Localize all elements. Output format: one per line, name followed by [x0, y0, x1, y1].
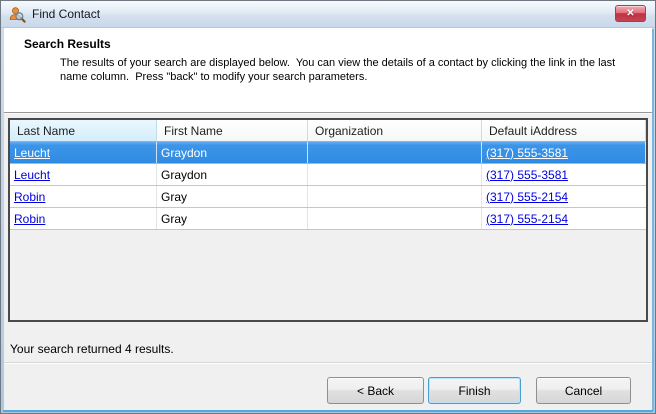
iaddress-link[interactable]: (317) 555-2154 — [486, 212, 568, 226]
page-description: The results of your search are displayed… — [60, 56, 635, 84]
contact-search-icon — [9, 6, 26, 23]
table-row[interactable]: Leucht Graydon (317) 555-3581 — [10, 164, 646, 186]
last-name-cell: Leucht — [10, 164, 157, 185]
last-name-cell: Robin — [10, 186, 157, 207]
dialog-body: Search Results The results of your searc… — [4, 28, 652, 410]
cancel-button[interactable]: Cancel — [536, 377, 631, 404]
button-row: < Back Finish Cancel — [4, 363, 652, 410]
find-contact-dialog: Find Contact ✕ Search Results The result… — [0, 0, 656, 414]
last-name-link[interactable]: Robin — [14, 212, 45, 226]
first-name-cell: Graydon — [157, 142, 308, 163]
first-name-cell: Gray — [157, 208, 308, 229]
iaddress-link[interactable]: (317) 555-3581 — [486, 168, 568, 182]
window-frame: Search Results The results of your searc… — [1, 28, 655, 413]
organization-cell — [308, 142, 482, 163]
first-name-cell: Gray — [157, 186, 308, 207]
iaddress-cell: (317) 555-3581 — [482, 142, 646, 163]
iaddress-cell: (317) 555-3581 — [482, 164, 646, 185]
table-row[interactable]: Leucht Graydon (317) 555-3581 — [10, 142, 646, 164]
status-text: Your search returned 4 results. — [10, 342, 174, 356]
last-name-cell: Robin — [10, 208, 157, 229]
finish-button[interactable]: Finish — [428, 377, 521, 404]
window-frame-right-edge — [652, 29, 654, 411]
iaddress-cell: (317) 555-2154 — [482, 208, 646, 229]
table-header-row: Last Name First Name Organization Defaul… — [10, 120, 646, 142]
table-empty-area — [10, 230, 646, 320]
iaddress-link[interactable]: (317) 555-3581 — [486, 146, 568, 160]
window-frame-bottom-edge — [3, 410, 653, 412]
last-name-cell: Leucht — [10, 142, 157, 163]
first-name-cell: Graydon — [157, 164, 308, 185]
column-header-organization[interactable]: Organization — [308, 120, 482, 142]
last-name-link[interactable]: Robin — [14, 190, 45, 204]
back-button[interactable]: < Back — [327, 377, 424, 404]
organization-cell — [308, 208, 482, 229]
last-name-link[interactable]: Leucht — [14, 168, 50, 182]
organization-cell — [308, 186, 482, 207]
iaddress-cell: (317) 555-2154 — [482, 186, 646, 207]
close-button[interactable]: ✕ — [615, 5, 646, 22]
wizard-header: Search Results The results of your searc… — [4, 28, 652, 113]
window-title: Find Contact — [32, 7, 100, 21]
table-row[interactable]: Robin Gray (317) 555-2154 — [10, 186, 646, 208]
iaddress-link[interactable]: (317) 555-2154 — [486, 190, 568, 204]
column-header-first-name[interactable]: First Name — [157, 120, 308, 142]
search-results-table: Last Name First Name Organization Defaul… — [8, 118, 648, 322]
organization-cell — [308, 164, 482, 185]
page-title: Search Results — [24, 37, 642, 51]
column-header-last-name[interactable]: Last Name — [10, 120, 157, 142]
table-row[interactable]: Robin Gray (317) 555-2154 — [10, 208, 646, 230]
column-header-default-iaddress[interactable]: Default iAddress — [482, 120, 646, 142]
last-name-link[interactable]: Leucht — [14, 146, 50, 160]
title-bar[interactable]: Find Contact ✕ — [1, 1, 655, 28]
status-bar: Your search returned 4 results. — [4, 336, 652, 363]
